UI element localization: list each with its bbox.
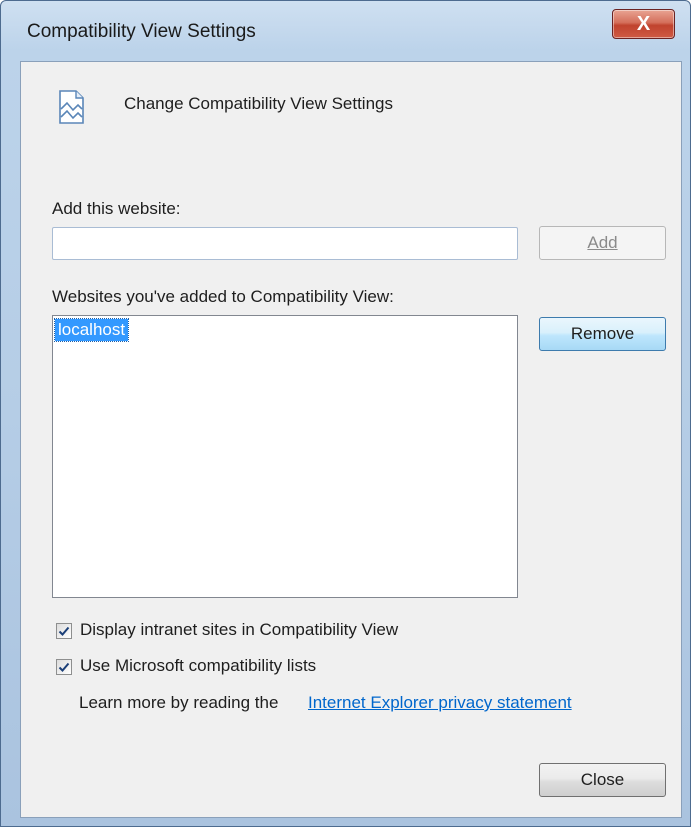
dialog-client-area: Change Compatibility View Settings Add t… bbox=[20, 61, 682, 818]
checkmark-icon bbox=[58, 662, 70, 672]
intranet-checkbox-label[interactable]: Display intranet sites in Compatibility … bbox=[80, 620, 398, 640]
dialog-window: Compatibility View Settings X Change Com… bbox=[0, 0, 691, 827]
add-website-input[interactable] bbox=[52, 227, 518, 260]
close-button-label: Close bbox=[580, 770, 625, 789]
intranet-checkbox[interactable] bbox=[56, 623, 72, 639]
websites-list-label: Websites you've added to Compatibility V… bbox=[52, 287, 394, 306]
remove-button[interactable]: Remove bbox=[539, 317, 666, 351]
window-title: Compatibility View Settings bbox=[27, 21, 256, 42]
add-button[interactable]: Add bbox=[539, 226, 666, 260]
add-website-label: Add this website: bbox=[52, 199, 181, 218]
close-icon: X bbox=[636, 12, 651, 35]
privacy-prefix-text: Learn more by reading the bbox=[79, 693, 279, 712]
websites-listbox[interactable]: localhost bbox=[52, 315, 518, 598]
ms-lists-checkbox[interactable] bbox=[56, 659, 72, 675]
remove-button-label: Remove bbox=[570, 324, 635, 343]
close-button[interactable]: Close bbox=[539, 763, 666, 797]
title-bar[interactable]: Compatibility View Settings X bbox=[1, 1, 691, 57]
compatibility-view-icon bbox=[59, 90, 84, 124]
privacy-statement-link[interactable]: Internet Explorer privacy statement bbox=[308, 693, 572, 713]
close-window-button[interactable]: X bbox=[612, 9, 675, 39]
list-item[interactable]: localhost bbox=[53, 318, 130, 342]
ms-lists-checkbox-label[interactable]: Use Microsoft compatibility lists bbox=[80, 656, 316, 676]
checkmark-icon bbox=[58, 626, 70, 636]
add-button-label: Add bbox=[587, 233, 618, 252]
header-title: Change Compatibility View Settings bbox=[124, 94, 393, 113]
